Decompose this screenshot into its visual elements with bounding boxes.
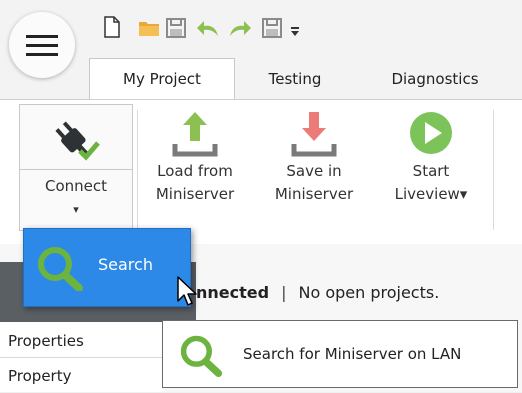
magnifier-icon xyxy=(38,247,83,291)
tooltip-text: Search for Miniserver on LAN xyxy=(243,345,462,363)
save-as-icon[interactable] xyxy=(262,18,282,42)
connect-dropdown-arrow[interactable]: ▾ xyxy=(20,198,132,221)
tab-testing[interactable]: Testing xyxy=(247,60,343,98)
connect-label: Connect xyxy=(44,177,108,195)
property-column-header[interactable]: Property xyxy=(0,360,162,393)
save-label-line1: Save in xyxy=(286,162,342,180)
ribbon-separator xyxy=(493,110,494,230)
load-label-line2: Miniserver xyxy=(155,185,235,203)
quick-access-toolbar xyxy=(0,0,522,52)
upload-icon xyxy=(172,112,218,157)
menu-icon xyxy=(26,35,58,56)
start-label-line2: Liveview▾ xyxy=(394,185,468,203)
load-from-miniserver-button[interactable]: Load from Miniserver xyxy=(140,108,250,206)
status-separator: | xyxy=(281,283,287,302)
properties-header[interactable]: Properties xyxy=(0,325,162,358)
open-folder-icon[interactable] xyxy=(138,19,160,41)
load-label-line1: Load from xyxy=(157,162,233,180)
dropdown-icon[interactable] xyxy=(291,22,299,41)
status-projects: No open projects. xyxy=(298,283,440,302)
start-liveview-button[interactable]: Start Liveview▾ xyxy=(376,108,486,206)
play-icon xyxy=(410,112,452,154)
ribbon-tabs: My Project Testing Diagnostics xyxy=(0,52,522,101)
new-file-icon[interactable] xyxy=(103,16,121,42)
tab-diagnostics[interactable]: Diagnostics xyxy=(369,60,501,98)
tab-my-project[interactable]: My Project xyxy=(89,58,235,101)
undo-icon[interactable] xyxy=(196,18,220,42)
connect-button[interactable]: Connect ▾ xyxy=(19,104,133,231)
application-menu-button[interactable] xyxy=(9,12,75,78)
save-icon[interactable] xyxy=(166,18,186,42)
ribbon-separator xyxy=(137,110,138,230)
connect-split-line xyxy=(20,169,132,170)
search-menu-item[interactable]: Search xyxy=(23,228,191,307)
save-in-miniserver-button[interactable]: Save in Miniserver xyxy=(259,108,369,206)
save-label-line2: Miniserver xyxy=(274,185,354,203)
status-connected: nnected xyxy=(196,283,270,302)
cursor-icon xyxy=(177,276,197,306)
redo-icon[interactable] xyxy=(228,18,252,42)
search-label: Search xyxy=(98,255,153,274)
search-tooltip: Search for Miniserver on LAN xyxy=(162,320,518,388)
connect-label-group: Connect ▾ xyxy=(20,175,132,221)
properties-panel: Properties Property xyxy=(0,322,162,392)
start-label-line1: Start xyxy=(412,162,450,180)
plug-icon xyxy=(55,121,100,161)
magnifier-icon xyxy=(180,335,223,377)
connection-status: nnected | No open projects. xyxy=(196,283,439,302)
download-icon xyxy=(291,112,337,157)
